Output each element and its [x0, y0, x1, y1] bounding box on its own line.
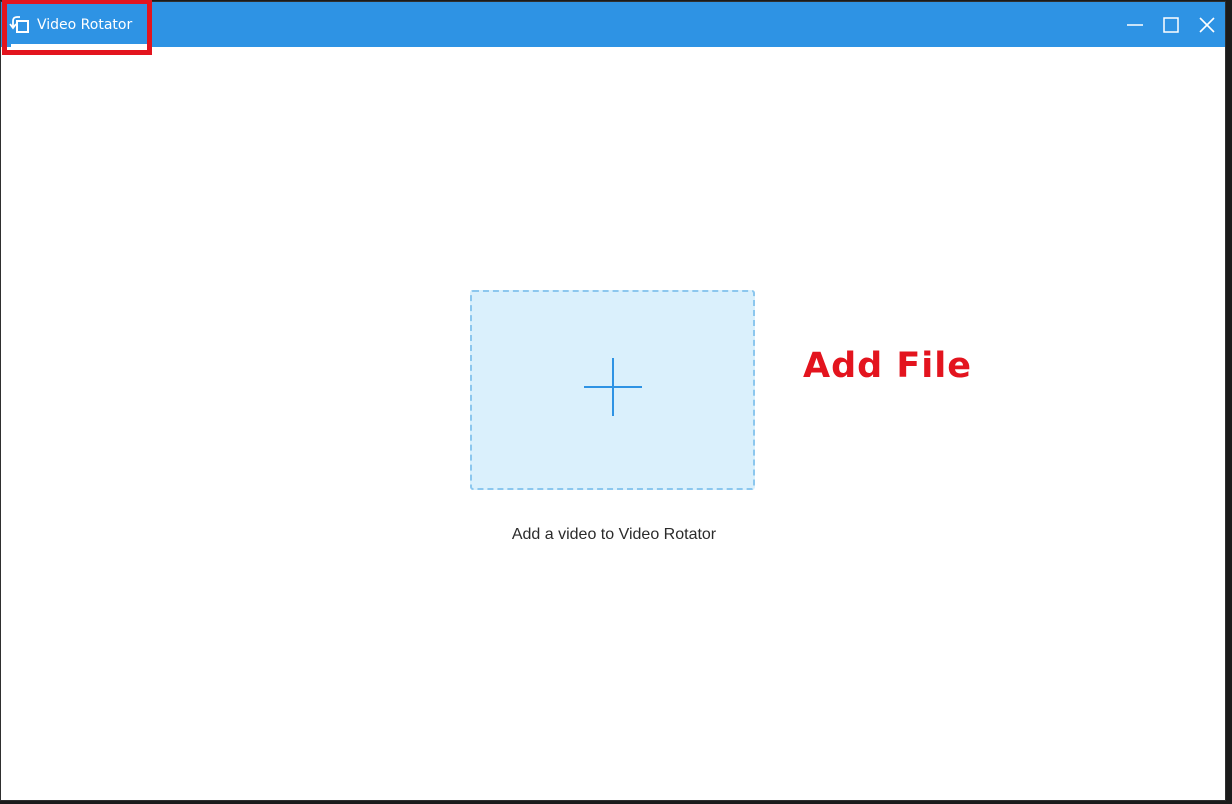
- maximize-button[interactable]: [1153, 2, 1189, 47]
- add-video-dropzone[interactable]: [470, 290, 755, 490]
- maximize-icon: [1163, 16, 1179, 33]
- rotate-icon: [9, 15, 31, 35]
- close-icon: [1199, 16, 1215, 33]
- minimize-button[interactable]: [1117, 2, 1153, 47]
- minimize-icon: [1127, 23, 1143, 26]
- annotation-label: Add File: [803, 346, 973, 386]
- app-window: Video Rotator Add a video to Video Rotat…: [0, 1, 1226, 801]
- app-title: Video Rotator: [37, 16, 133, 33]
- app-tab[interactable]: Video Rotator: [9, 2, 132, 47]
- close-button[interactable]: [1189, 2, 1225, 47]
- add-video-hint: Add a video to Video Rotator: [511, 526, 717, 543]
- plus-icon: [584, 358, 642, 416]
- window-controls: [1117, 2, 1225, 47]
- active-tab-indicator: [11, 44, 147, 47]
- title-bar: Video Rotator: [1, 2, 1225, 47]
- desktop-background: [1226, 0, 1232, 804]
